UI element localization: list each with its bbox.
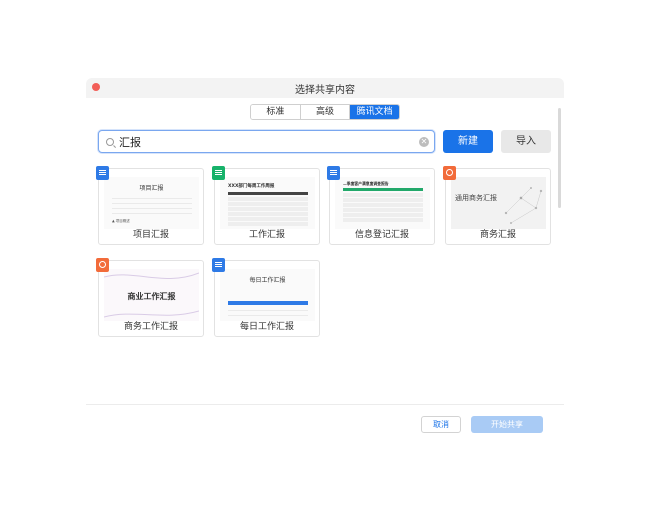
tab-tencent-docs[interactable]: 腾讯文档 [350,105,399,119]
cancel-button[interactable]: 取消 [421,416,461,433]
sheet-icon [212,166,225,180]
template-card-project-report[interactable]: 项目汇报 ▲ 项目概述 项目汇报 [96,166,204,245]
start-sharing-button[interactable]: 开始共享 [471,416,543,433]
search-input[interactable] [119,133,409,151]
template-thumbnail: 项目汇报 ▲ 项目概述 [104,177,199,229]
template-thumbnail: XXX部门每周工作周报 [220,177,315,229]
thumbnail-footer: ▲ 项目概述 [112,219,130,223]
thumbnail-table [228,306,308,316]
dialog-title: 选择共享内容 [295,85,355,96]
tab-advanced[interactable]: 高级 [300,105,351,119]
template-label: 工作汇报 [248,230,285,240]
thumbnail-sheet [343,193,423,223]
tab-standard[interactable]: 标准 [251,105,301,119]
title-bar: 选择共享内容 [86,78,564,98]
thumbnail-title: 每日工作汇报 [249,277,286,284]
clear-icon[interactable]: ✕ [419,137,429,147]
source-tabs: 标准 高级 腾讯文档 [250,104,400,120]
thumbnail-header-row [343,188,423,191]
thumbnail-title: 商业工作汇报 [127,292,176,301]
thumbnail-title: —季度客户满意度调查报告 [343,181,389,186]
template-card-commercial-work-report[interactable]: 商业工作汇报 商务工作汇报 [96,258,204,337]
search-box[interactable]: ✕ [98,130,435,153]
thumbnail-table [112,194,192,214]
template-label: 商务汇报 [479,230,516,240]
template-card-registration-report[interactable]: —季度客户满意度调查报告 信息登记汇报 [327,166,435,245]
scrollbar[interactable] [558,108,561,208]
template-thumbnail: 每日工作汇报 [220,269,315,321]
doc-icon [212,258,225,272]
new-button[interactable]: 新建 [443,130,493,153]
template-label: 信息登记汇报 [354,230,409,240]
thumbnail-title: 项目汇报 [139,185,164,192]
template-card-work-report[interactable]: XXX部门每周工作周报 工作汇报 [212,166,320,245]
template-label: 每日工作汇报 [239,322,294,332]
thumbnail-header-row [228,192,308,195]
ppt-icon [443,166,456,180]
import-button[interactable]: 导入 [501,130,551,153]
thumbnail-sheet [228,197,308,227]
template-card-business-report[interactable]: 通用商务汇报 商务汇报 [443,166,551,245]
network-graphic [504,186,543,225]
template-card-daily-report[interactable]: 每日工作汇报 每日工作汇报 [212,258,320,337]
template-label: 项目汇报 [132,230,169,240]
thumbnail-title: 通用商务汇报 [455,194,497,202]
search-icon [106,138,114,146]
doc-icon [96,166,109,180]
template-thumbnail: —季度客户满意度调查报告 [335,177,430,229]
template-label: 商务工作汇报 [123,322,178,332]
footer-divider [86,404,564,405]
thumbnail-header-row [228,301,308,305]
template-thumbnail: 商业工作汇报 [104,269,199,321]
ppt-icon [96,258,109,272]
thumbnail-title: XXX部门每周工作周报 [228,184,275,189]
doc-icon [327,166,340,180]
template-thumbnail: 通用商务汇报 [451,177,546,229]
share-dialog: 选择共享内容 标准 高级 腾讯文档 ✕ 新建 导入 项目汇报 ▲ 项目概述 项目… [86,78,564,408]
